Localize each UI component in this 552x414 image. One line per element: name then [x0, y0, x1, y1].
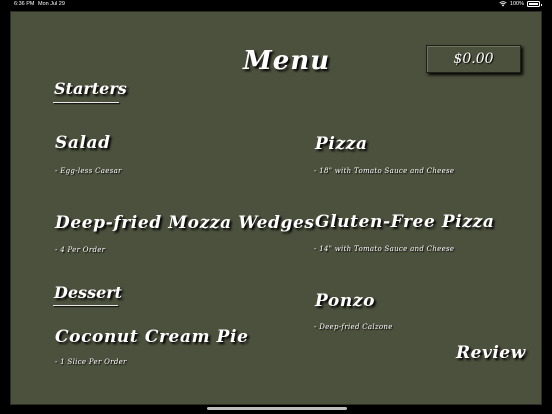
home-indicator[interactable] — [207, 407, 347, 410]
battery-percent: 100% — [509, 1, 524, 7]
menu-item-salad-description: - Egg-less Caesar — [55, 167, 122, 175]
menu-item-ponzo-description: - Deep-fried Calzone — [314, 323, 393, 331]
page-title: Menu — [243, 46, 331, 76]
menu-item-mozza-wedges-description: - 4 Per Order — [55, 246, 106, 254]
battery-icon — [527, 1, 542, 7]
section-title-starters: Starters — [54, 79, 127, 98]
menu-panel: Menu $0.00 Starters Salad - Egg-less Cae… — [10, 11, 542, 405]
starters-underline — [53, 102, 119, 103]
cart-total-button[interactable]: $0.00 — [426, 45, 521, 73]
menu-item-pizza[interactable]: Pizza — [315, 134, 368, 154]
wifi-icon — [499, 1, 507, 7]
dessert-underline — [53, 305, 118, 306]
status-indicators: 100% — [499, 1, 542, 7]
menu-item-gluten-free-pizza-description: - 14" with Tomato Sauce and Cheese — [314, 245, 455, 253]
status-date: Mon Jul 29 — [38, 1, 65, 7]
menu-item-coconut-cream-pie-description: - 1 Slice Per Order — [55, 358, 127, 366]
review-button[interactable]: Review — [456, 343, 526, 363]
menu-item-gluten-free-pizza[interactable]: Gluten-Free Pizza — [315, 212, 494, 232]
status-bar: 6:36 PM Mon Jul 29 100% — [0, 0, 552, 10]
menu-item-coconut-cream-pie[interactable]: Coconut Cream Pie — [55, 327, 249, 347]
menu-item-ponzo[interactable]: Ponzo — [315, 291, 375, 311]
status-time: 6:36 PM — [14, 1, 35, 7]
menu-item-mozza-wedges[interactable]: Deep-fried Mozza Wedges — [55, 213, 315, 233]
section-title-dessert: Dessert — [54, 283, 123, 302]
menu-item-salad[interactable]: Salad — [55, 133, 111, 153]
menu-item-pizza-description: - 18" with Tomato Sauce and Cheese — [314, 167, 455, 175]
